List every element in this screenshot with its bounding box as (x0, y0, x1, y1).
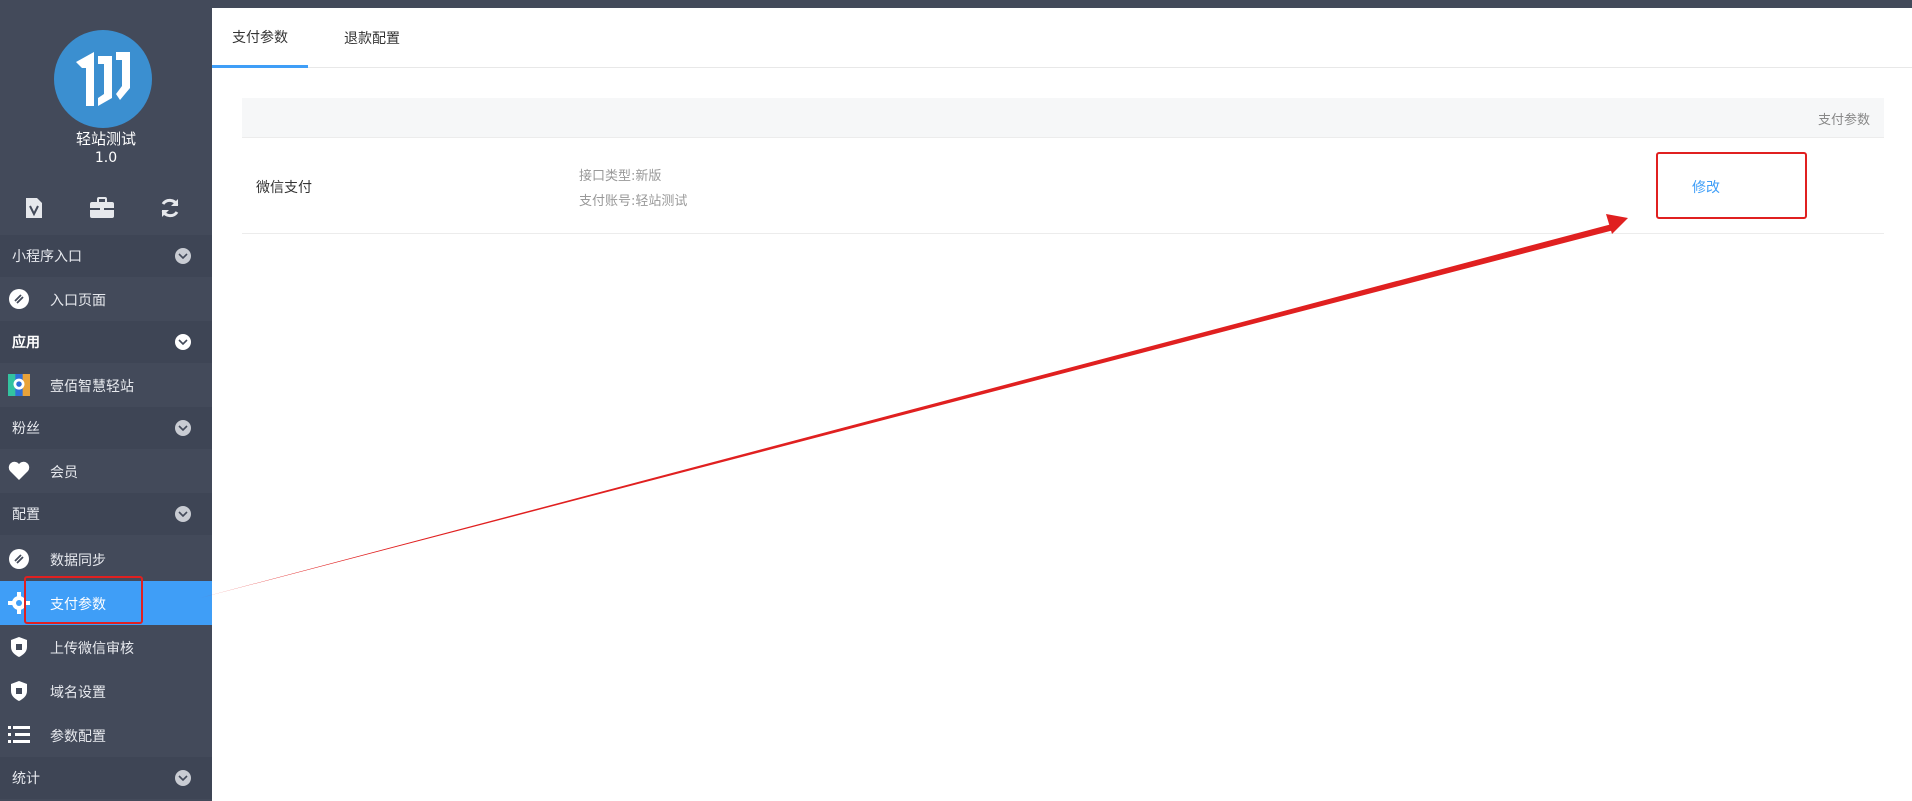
chevron-down-icon (175, 770, 191, 786)
table-row: 微信支付 接口类型:新版 支付账号:轻站测试 修改 (242, 139, 1884, 234)
annotation-box-edit (1656, 152, 1807, 219)
doc-v-button[interactable] (14, 188, 54, 228)
heart-icon (8, 460, 30, 482)
tab-label: 支付参数 (232, 29, 288, 46)
sidebar-item-members[interactable]: 会员 (0, 449, 212, 493)
link-icon (8, 548, 30, 570)
sidebar-item-app[interactable]: 壹佰智慧轻站 (0, 363, 212, 407)
top-bar (212, 0, 1912, 8)
app-logo-icon (8, 374, 30, 396)
tab-payment-params[interactable]: 支付参数 (212, 8, 308, 68)
tab-label: 退款配置 (344, 31, 400, 47)
group-label: 统计 (12, 771, 40, 787)
brand-logo (54, 30, 152, 128)
group-label: 应用 (12, 335, 40, 351)
sidebar-item-upload-wechat-review[interactable]: 上传微信审核 (0, 625, 212, 669)
briefcase-icon (90, 197, 114, 218)
sidebar-item-label: 数据同步 (50, 553, 106, 569)
link-icon (8, 288, 30, 310)
doc-v-icon (26, 198, 42, 218)
sidebar: 轻站测试 1.0 小程序入口 入口页面 应用 壹佰智慧轻站 粉丝 会员 配置 数… (0, 0, 212, 801)
brand-version: 1.0 (94, 150, 118, 166)
chevron-down-icon (175, 334, 191, 350)
sidebar-item-label: 壹佰智慧轻站 (50, 379, 134, 395)
group-label: 小程序入口 (12, 249, 82, 265)
sidebar-item-label: 入口页面 (50, 293, 106, 309)
payment-info: 接口类型:新版 支付账号:轻站测试 (579, 164, 687, 214)
briefcase-button[interactable] (82, 188, 122, 228)
group-fans[interactable]: 粉丝 (0, 407, 212, 449)
list-icon (8, 724, 30, 746)
group-apps[interactable]: 应用 (0, 321, 212, 363)
chevron-down-icon (175, 248, 191, 264)
sidebar-item-param-config[interactable]: 参数配置 (0, 713, 212, 757)
sidebar-item-entry-page[interactable]: 入口页面 (0, 277, 212, 321)
group-label: 配置 (12, 507, 40, 523)
group-label: 粉丝 (12, 421, 40, 437)
sidebar-item-label: 参数配置 (50, 729, 106, 745)
brand-logo-icon (76, 52, 130, 106)
shield-icon (8, 636, 30, 658)
tab-bar: 支付参数 退款配置 (212, 8, 1912, 68)
sidebar-item-label: 域名设置 (50, 685, 106, 701)
refresh-icon (161, 198, 179, 218)
shield-icon (8, 680, 30, 702)
group-config[interactable]: 配置 (0, 493, 212, 535)
sidebar-item-data-sync[interactable]: 数据同步 (0, 537, 212, 581)
app: 轻站测试 1.0 小程序入口 入口页面 应用 壹佰智慧轻站 粉丝 会员 配置 数… (0, 0, 1912, 801)
sidebar-toolbar (0, 176, 212, 240)
brand-name: 轻站测试 (75, 130, 136, 148)
sidebar-item-label: 会员 (50, 465, 78, 481)
sidebar-item-domain-settings[interactable]: 域名设置 (0, 669, 212, 713)
table-header: 支付参数 (242, 98, 1884, 138)
annotation-box-sidebar (24, 576, 143, 624)
chevron-down-icon (175, 506, 191, 522)
group-statistics[interactable]: 统计 (0, 757, 212, 799)
group-mini-program-entry[interactable]: 小程序入口 (0, 235, 212, 277)
sidebar-item-label: 上传微信审核 (50, 641, 134, 657)
interface-type: 接口类型:新版 (579, 169, 662, 184)
tab-refund-config[interactable]: 退款配置 (322, 8, 422, 68)
table-header-label: 支付参数 (1817, 113, 1870, 128)
payment-method-name: 微信支付 (256, 180, 312, 196)
refresh-button[interactable] (150, 188, 190, 228)
chevron-down-icon (175, 420, 191, 436)
payment-account: 支付账号:轻站测试 (579, 194, 688, 209)
brand: 轻站测试 1.0 (0, 0, 212, 176)
